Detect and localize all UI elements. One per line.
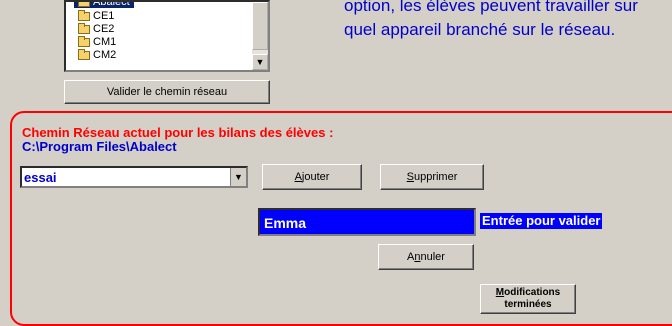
directory-listbox[interactable]: Abalect CE1 CE2 CM1 CM2 ▼: [64, 0, 270, 72]
done-button-label: Modifications terminées: [495, 287, 561, 310]
cancel-button[interactable]: Annuler: [378, 244, 474, 270]
delete-button[interactable]: Supprimer: [380, 164, 484, 190]
done-button[interactable]: Modifications terminées: [480, 284, 576, 314]
group-combobox-value: essai: [24, 170, 57, 185]
network-path-label: Chemin Réseau actuel pour les bilans des…: [22, 125, 334, 140]
vertical-scrollbar[interactable]: ▼: [252, 2, 268, 70]
app-window: { "directory_list": { "items": [ {"label…: [0, 0, 672, 326]
list-item-label: CM1: [93, 36, 117, 48]
student-name-value: Emma: [264, 215, 307, 231]
list-item-label: CE2: [93, 23, 115, 35]
network-path-value: C:\Program Files\Abalect: [22, 139, 177, 154]
delete-button-label: Supprimer: [406, 171, 458, 183]
enter-hint-label: Entrée pour valider: [480, 213, 603, 229]
scroll-down-arrow-icon[interactable]: ▼: [252, 54, 268, 70]
list-item[interactable]: CE2: [78, 22, 115, 35]
student-name-input[interactable]: Emma: [258, 208, 476, 236]
folder-icon: [78, 35, 90, 47]
info-text: option, les élèves peuvent travailler su…: [344, 0, 672, 42]
validate-path-button-label: Valider le chemin réseau: [106, 86, 228, 98]
list-item[interactable]: CM2: [78, 48, 117, 61]
info-text-line-1: option, les élèves peuvent travailler su…: [344, 0, 638, 15]
add-button[interactable]: Ajouter: [262, 164, 362, 190]
folder-icon: [78, 48, 90, 60]
info-text-line-2: quel appareil branché sur le réseau.: [344, 20, 616, 39]
list-item-label: Abalect: [93, 0, 130, 8]
folder-icon: [78, 9, 90, 21]
list-item[interactable]: Abalect: [74, 0, 134, 8]
chevron-down-icon[interactable]: ▼: [230, 168, 246, 186]
group-combobox[interactable]: essai ▼: [20, 166, 248, 188]
list-item[interactable]: CM1: [78, 35, 117, 48]
list-item-label: CM2: [93, 49, 117, 61]
validate-path-button[interactable]: Valider le chemin réseau: [64, 80, 270, 104]
folder-icon: [78, 22, 90, 34]
scrollbar-thumb[interactable]: [252, 2, 268, 50]
folder-icon: [78, 2, 90, 7]
add-button-label: Ajouter: [294, 171, 330, 183]
cancel-button-label: Annuler: [407, 251, 445, 263]
list-item[interactable]: CE1: [78, 9, 115, 22]
list-item-label: CE1: [93, 10, 115, 22]
